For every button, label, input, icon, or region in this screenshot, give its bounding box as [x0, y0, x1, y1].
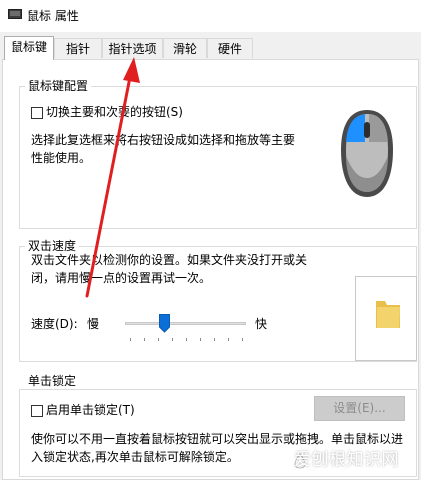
- tab-mouse-buttons[interactable]: 鼠标键: [4, 36, 54, 60]
- watermark-text: 爱刨根知识网: [294, 450, 399, 470]
- red-arrow-annotation: [85, 57, 140, 298]
